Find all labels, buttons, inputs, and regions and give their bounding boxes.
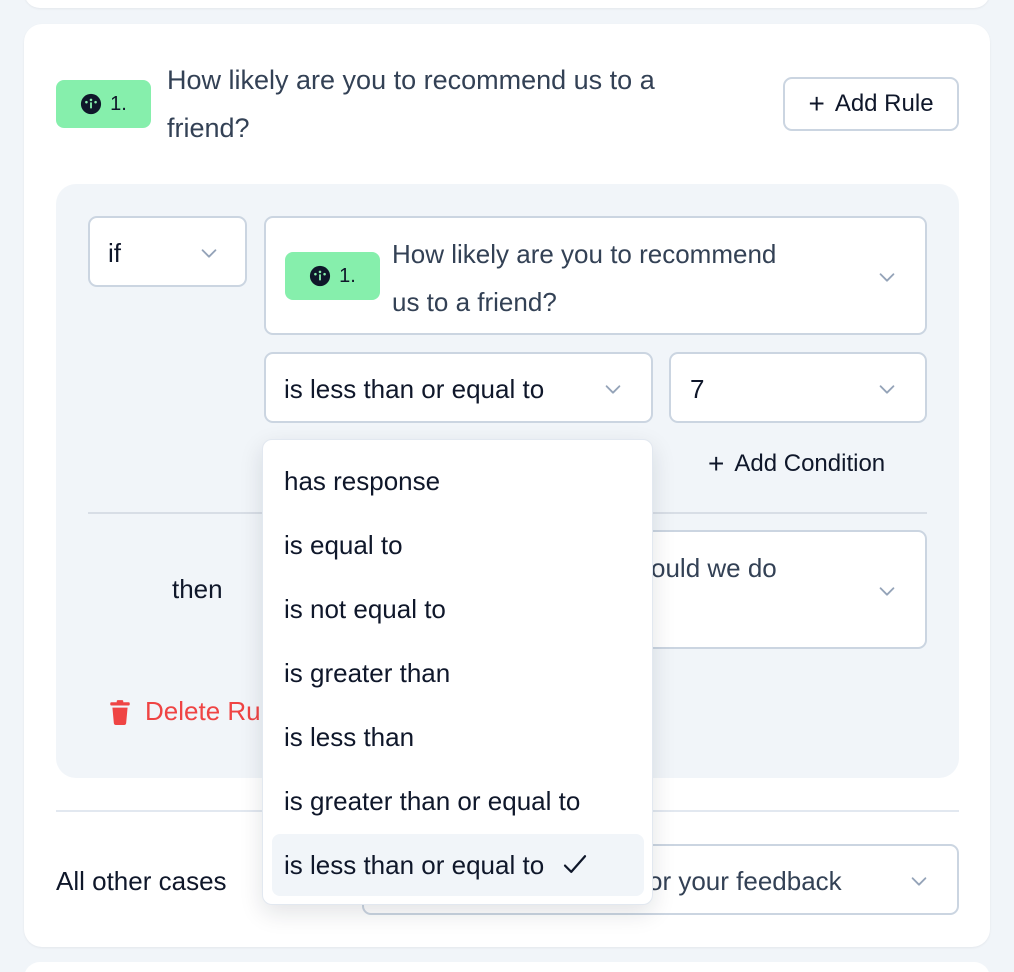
previous-card — [24, 0, 990, 8]
gauge-icon — [310, 265, 331, 287]
operator-option-has-response[interactable]: has response — [272, 450, 644, 512]
then-label: then — [172, 574, 223, 604]
value-select-value: 7 — [690, 374, 705, 404]
then-target-text: could we do ? — [638, 544, 777, 640]
add-rule-button[interactable]: + Add Rule — [783, 77, 959, 131]
question-select-number: 1. — [339, 264, 356, 287]
operator-option-label: is greater than or equal to — [284, 785, 581, 816]
next-card — [24, 962, 990, 972]
delete-rule-label: Delete Rule — [145, 696, 281, 726]
operator-option-label: is less than — [284, 721, 415, 752]
delete-rule-button[interactable]: Delete Rule — [107, 696, 281, 727]
question-select-text: How likely are you to recommend us to a … — [392, 230, 776, 326]
if-select[interactable]: if — [88, 216, 247, 287]
chevron-down-icon — [879, 587, 895, 596]
then-target-line1: could we do — [638, 553, 777, 583]
question-title-line1: How likely are you to recommend us to a — [167, 65, 655, 95]
operator-option-label: has response — [284, 465, 441, 496]
question-select-line1: How likely are you to recommend — [392, 239, 777, 269]
operator-option-is-less-than-or-equal-to[interactable]: is less than or equal to — [272, 834, 644, 896]
check-icon — [564, 855, 587, 873]
add-condition-label: Add Condition — [734, 450, 886, 477]
chevron-down-icon — [879, 273, 895, 282]
question-select[interactable]: 1. How likely are you to recommend us to… — [264, 216, 927, 335]
add-rule-label: Add Rule — [834, 90, 934, 117]
chevron-down-icon — [879, 385, 895, 394]
question-title-line2: friend? — [167, 113, 250, 143]
all-other-cases-label: All other cases — [56, 866, 227, 896]
gauge-icon — [81, 93, 102, 115]
operator-option-label: is not equal to — [284, 593, 446, 624]
if-select-label: if — [108, 238, 121, 268]
operator-option-label: is equal to — [284, 529, 403, 560]
trash-icon — [110, 699, 130, 725]
operator-dropdown-menu: has response is equal to is not equal to… — [262, 439, 653, 905]
chevron-down-icon — [605, 385, 621, 394]
all-other-cases-value: or your feedback — [648, 866, 842, 896]
operator-option-is-not-equal-to[interactable]: is not equal to — [272, 578, 644, 640]
operator-select[interactable]: is less than or equal to — [264, 352, 653, 423]
operator-option-is-greater-than-or-equal-to[interactable]: is greater than or equal to — [272, 770, 644, 832]
operator-option-label: is less than or equal to — [284, 849, 545, 880]
operator-select-value: is less than or equal to — [284, 374, 545, 404]
add-condition-button[interactable]: + Add Condition — [708, 450, 885, 478]
value-select[interactable]: 7 — [669, 352, 927, 423]
question-select-line2: us to a friend? — [392, 287, 557, 317]
question-title: How likely are you to recommend us to a … — [167, 56, 767, 152]
question-select-badge: 1. — [285, 252, 380, 300]
question-badge: 1. — [56, 80, 151, 128]
operator-option-is-less-than[interactable]: is less than — [272, 706, 644, 768]
chevron-down-icon — [911, 877, 927, 886]
operator-option-is-equal-to[interactable]: is equal to — [272, 514, 644, 576]
chevron-down-icon — [201, 249, 217, 258]
plus-icon: + — [708, 448, 725, 479]
plus-icon: + — [808, 88, 825, 119]
operator-option-is-greater-than[interactable]: is greater than — [272, 642, 644, 704]
question-number: 1. — [110, 92, 127, 115]
operator-option-label: is greater than — [284, 657, 451, 688]
then-target-line2: ? — [638, 592, 777, 640]
